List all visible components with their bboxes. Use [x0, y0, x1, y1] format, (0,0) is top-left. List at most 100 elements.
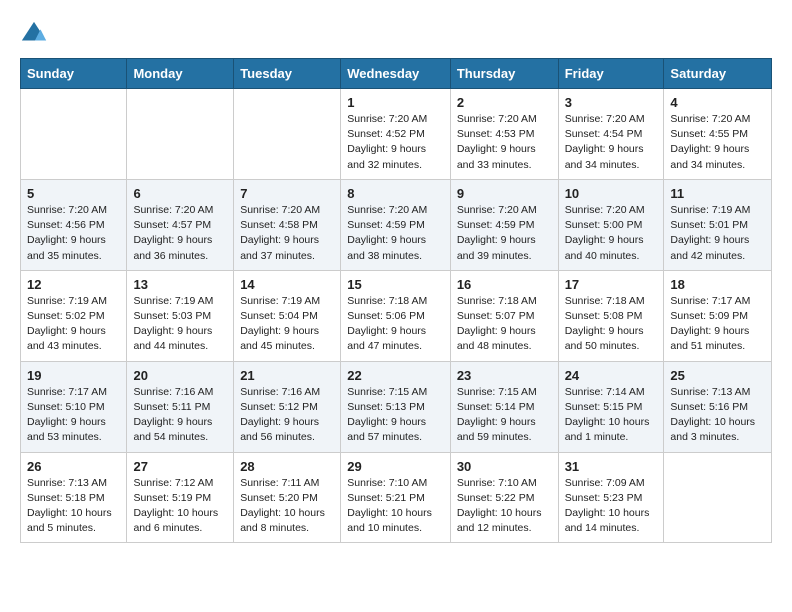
day-info: Sunrise: 7:19 AMSunset: 5:01 PMDaylight:…: [670, 203, 765, 264]
day-number: 24: [565, 368, 658, 383]
calendar-day-cell: 28 Sunrise: 7:11 AMSunset: 5:20 PMDayligh…: [234, 452, 341, 543]
day-info: Sunrise: 7:18 AMSunset: 5:08 PMDaylight:…: [565, 294, 658, 355]
calendar-day-cell: [21, 89, 127, 180]
calendar-day-cell: 9 Sunrise: 7:20 AMSunset: 4:59 PMDaylight…: [450, 179, 558, 270]
calendar-day-cell: 14 Sunrise: 7:19 AMSunset: 5:04 PMDayligh…: [234, 270, 341, 361]
day-info: Sunrise: 7:09 AMSunset: 5:23 PMDaylight:…: [565, 476, 658, 537]
calendar-day-cell: 24 Sunrise: 7:14 AMSunset: 5:15 PMDayligh…: [558, 361, 664, 452]
day-number: 26: [27, 459, 120, 474]
day-number: 8: [347, 186, 444, 201]
day-number: 23: [457, 368, 552, 383]
day-number: 31: [565, 459, 658, 474]
calendar-day-cell: 3 Sunrise: 7:20 AMSunset: 4:54 PMDaylight…: [558, 89, 664, 180]
calendar-day-cell: 30 Sunrise: 7:10 AMSunset: 5:22 PMDayligh…: [450, 452, 558, 543]
day-info: Sunrise: 7:20 AMSunset: 4:52 PMDaylight:…: [347, 112, 444, 173]
day-info: Sunrise: 7:16 AMSunset: 5:12 PMDaylight:…: [240, 385, 334, 446]
day-number: 27: [133, 459, 227, 474]
calendar-day-cell: 5Sunrise: 7:20 AMSunset: 4:56 PMDaylight…: [21, 179, 127, 270]
calendar-week-row: 1Sunrise: 7:20 AMSunset: 4:52 PMDaylight…: [21, 89, 772, 180]
day-number: 10: [565, 186, 658, 201]
day-info: Sunrise: 7:10 AMSunset: 5:21 PMDaylight:…: [347, 476, 444, 537]
day-number: 18: [670, 277, 765, 292]
day-number: 4: [670, 95, 765, 110]
day-info: Sunrise: 7:20 AMSunset: 4:58 PMDaylight:…: [240, 203, 334, 264]
calendar-day-cell: [664, 452, 772, 543]
calendar-day-cell: 26Sunrise: 7:13 AMSunset: 5:18 PMDayligh…: [21, 452, 127, 543]
day-info: Sunrise: 7:19 AMSunset: 5:02 PMDaylight:…: [27, 294, 120, 355]
calendar-day-cell: 27 Sunrise: 7:12 AMSunset: 5:19 PMDayligh…: [127, 452, 234, 543]
day-info: Sunrise: 7:20 AMSunset: 5:00 PMDaylight:…: [565, 203, 658, 264]
calendar-day-cell: 22 Sunrise: 7:15 AMSunset: 5:13 PMDayligh…: [341, 361, 451, 452]
day-info: Sunrise: 7:14 AMSunset: 5:15 PMDaylight:…: [565, 385, 658, 446]
calendar-day-cell: 11 Sunrise: 7:19 AMSunset: 5:01 PMDayligh…: [664, 179, 772, 270]
day-of-week-header: Thursday: [450, 59, 558, 89]
day-number: 15: [347, 277, 444, 292]
page-header: [20, 20, 772, 48]
day-of-week-header: Monday: [127, 59, 234, 89]
calendar-day-cell: [127, 89, 234, 180]
day-number: 14: [240, 277, 334, 292]
calendar-day-cell: 7 Sunrise: 7:20 AMSunset: 4:58 PMDaylight…: [234, 179, 341, 270]
day-info: Sunrise: 7:17 AMSunset: 5:09 PMDaylight:…: [670, 294, 765, 355]
day-info: Sunrise: 7:20 AMSunset: 4:56 PMDaylight:…: [27, 203, 120, 264]
day-of-week-header: Saturday: [664, 59, 772, 89]
calendar-day-cell: 8 Sunrise: 7:20 AMSunset: 4:59 PMDaylight…: [341, 179, 451, 270]
calendar-table: SundayMondayTuesdayWednesdayThursdayFrid…: [20, 58, 772, 543]
calendar-header: SundayMondayTuesdayWednesdayThursdayFrid…: [21, 59, 772, 89]
calendar-day-cell: 15 Sunrise: 7:18 AMSunset: 5:06 PMDayligh…: [341, 270, 451, 361]
day-number: 28: [240, 459, 334, 474]
calendar-day-cell: 23Sunrise: 7:15 AMSunset: 5:14 PMDayligh…: [450, 361, 558, 452]
calendar-week-row: 12 Sunrise: 7:19 AMSunset: 5:02 PMDayligh…: [21, 270, 772, 361]
calendar-body: 1Sunrise: 7:20 AMSunset: 4:52 PMDaylight…: [21, 89, 772, 543]
day-number: 7: [240, 186, 334, 201]
day-info: Sunrise: 7:12 AMSunset: 5:19 PMDaylight:…: [133, 476, 227, 537]
day-info: Sunrise: 7:20 AMSunset: 4:54 PMDaylight:…: [565, 112, 658, 173]
calendar-day-cell: 4Sunrise: 7:20 AMSunset: 4:55 PMDaylight…: [664, 89, 772, 180]
day-number: 29: [347, 459, 444, 474]
day-number: 2: [457, 95, 552, 110]
calendar-day-cell: 20Sunrise: 7:16 AMSunset: 5:11 PMDayligh…: [127, 361, 234, 452]
day-number: 13: [133, 277, 227, 292]
day-info: Sunrise: 7:19 AMSunset: 5:04 PMDaylight:…: [240, 294, 334, 355]
day-of-week-header: Tuesday: [234, 59, 341, 89]
day-number: 11: [670, 186, 765, 201]
day-info: Sunrise: 7:20 AMSunset: 4:59 PMDaylight:…: [347, 203, 444, 264]
day-info: Sunrise: 7:18 AMSunset: 5:07 PMDaylight:…: [457, 294, 552, 355]
day-number: 19: [27, 368, 120, 383]
logo-icon: [20, 20, 48, 48]
calendar-day-cell: 21 Sunrise: 7:16 AMSunset: 5:12 PMDayligh…: [234, 361, 341, 452]
calendar-day-cell: 12 Sunrise: 7:19 AMSunset: 5:02 PMDayligh…: [21, 270, 127, 361]
day-info: Sunrise: 7:10 AMSunset: 5:22 PMDaylight:…: [457, 476, 552, 537]
day-number: 16: [457, 277, 552, 292]
calendar-week-row: 26Sunrise: 7:13 AMSunset: 5:18 PMDayligh…: [21, 452, 772, 543]
day-of-week-header: Wednesday: [341, 59, 451, 89]
calendar-day-cell: 25Sunrise: 7:13 AMSunset: 5:16 PMDayligh…: [664, 361, 772, 452]
calendar-day-cell: 31 Sunrise: 7:09 AMSunset: 5:23 PMDayligh…: [558, 452, 664, 543]
day-number: 30: [457, 459, 552, 474]
day-info: Sunrise: 7:18 AMSunset: 5:06 PMDaylight:…: [347, 294, 444, 355]
day-info: Sunrise: 7:19 AMSunset: 5:03 PMDaylight:…: [133, 294, 227, 355]
day-number: 17: [565, 277, 658, 292]
calendar-day-cell: 13 Sunrise: 7:19 AMSunset: 5:03 PMDayligh…: [127, 270, 234, 361]
day-number: 3: [565, 95, 658, 110]
day-of-week-header: Friday: [558, 59, 664, 89]
calendar-day-cell: 17 Sunrise: 7:18 AMSunset: 5:08 PMDayligh…: [558, 270, 664, 361]
calendar-day-cell: 1Sunrise: 7:20 AMSunset: 4:52 PMDaylight…: [341, 89, 451, 180]
day-info: Sunrise: 7:15 AMSunset: 5:13 PMDaylight:…: [347, 385, 444, 446]
day-number: 6: [133, 186, 227, 201]
day-info: Sunrise: 7:11 AMSunset: 5:20 PMDaylight:…: [240, 476, 334, 537]
calendar-day-cell: 6 Sunrise: 7:20 AMSunset: 4:57 PMDaylight…: [127, 179, 234, 270]
day-info: Sunrise: 7:17 AMSunset: 5:10 PMDaylight:…: [27, 385, 120, 446]
day-number: 21: [240, 368, 334, 383]
day-info: Sunrise: 7:20 AMSunset: 4:57 PMDaylight:…: [133, 203, 227, 264]
calendar-day-cell: 18 Sunrise: 7:17 AMSunset: 5:09 PMDayligh…: [664, 270, 772, 361]
calendar-week-row: 19 Sunrise: 7:17 AMSunset: 5:10 PMDayligh…: [21, 361, 772, 452]
calendar-day-cell: 19 Sunrise: 7:17 AMSunset: 5:10 PMDayligh…: [21, 361, 127, 452]
day-info: Sunrise: 7:13 AMSunset: 5:16 PMDaylight:…: [670, 385, 765, 446]
day-number: 22: [347, 368, 444, 383]
logo: [20, 20, 52, 48]
day-info: Sunrise: 7:20 AMSunset: 4:59 PMDaylight:…: [457, 203, 552, 264]
calendar-day-cell: 16 Sunrise: 7:18 AMSunset: 5:07 PMDayligh…: [450, 270, 558, 361]
day-number: 12: [27, 277, 120, 292]
day-number: 9: [457, 186, 552, 201]
